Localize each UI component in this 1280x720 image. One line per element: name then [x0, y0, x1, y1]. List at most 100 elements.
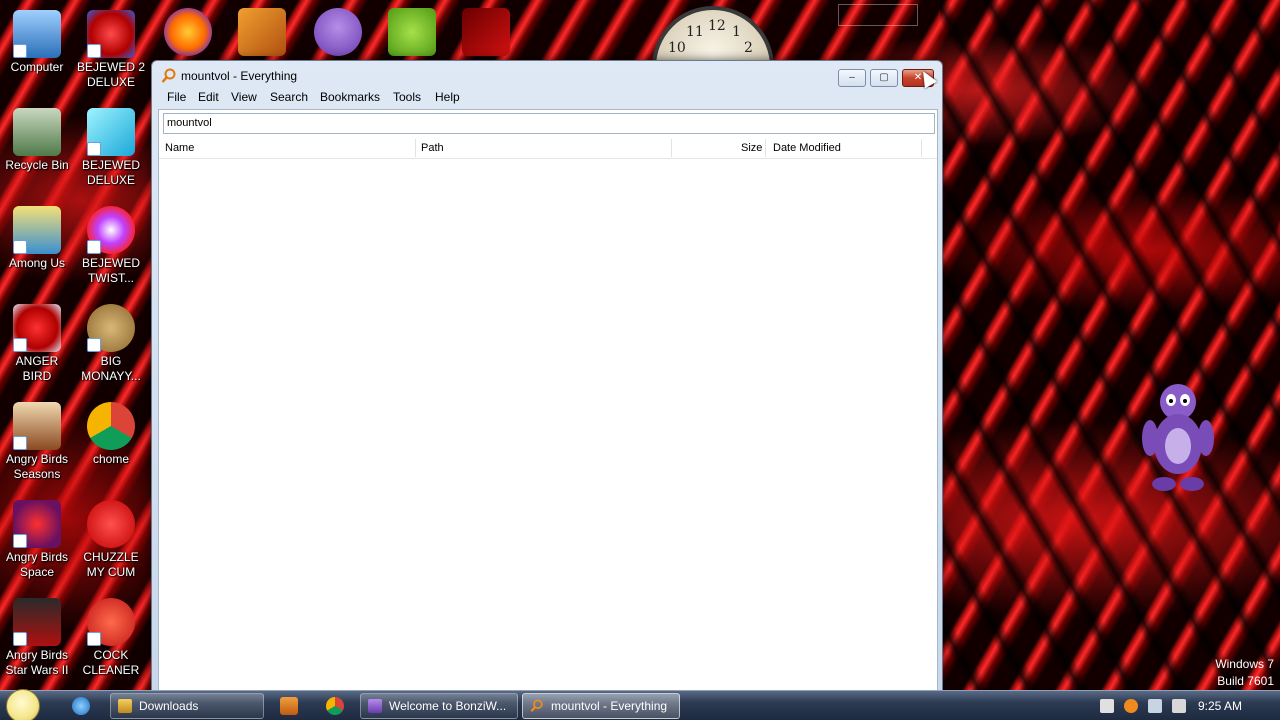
wallpaper-streaks — [940, 0, 1280, 690]
bejeweled-twist-icon — [87, 206, 135, 254]
bad-piggies-icon[interactable] — [388, 8, 436, 56]
menu-bar: File Edit View Search Bookmarks Tools He… — [158, 87, 938, 109]
desktop-icon-label: Among Us — [8, 256, 66, 270]
everything-tray-icon[interactable] — [1124, 699, 1138, 713]
desktop-icon-cock-cleaner[interactable]: COCK CLEANER — [74, 598, 148, 678]
taskbar-button-everything[interactable]: mountvol - Everything — [522, 693, 680, 719]
windows-build-label: Windows 7 Build 7601 — [1215, 656, 1274, 690]
clock-number-2: 2 — [744, 40, 753, 56]
clock-number-10: 10 — [668, 40, 686, 56]
column-separator[interactable] — [921, 139, 922, 157]
bejeweled-icon — [87, 108, 135, 156]
desktop-icon-recycle-bin[interactable]: Recycle Bin — [0, 108, 74, 173]
angry-birds-star-wars-icon — [13, 598, 61, 646]
window-title: mountvol - Everything — [181, 69, 298, 83]
results-list[interactable] — [159, 160, 937, 692]
menu-tools[interactable]: Tools — [393, 90, 421, 104]
column-separator[interactable] — [671, 139, 672, 157]
desktop-icon-label: Angry Birds Space — [5, 550, 69, 579]
recycle-bin-icon — [13, 108, 61, 156]
desktop-icon-label: Angry Birds Star Wars II — [5, 648, 69, 677]
taskbar-button-downloads[interactable]: Downloads — [110, 693, 264, 719]
everything-search-icon — [530, 699, 543, 712]
desktop-icon-label: COCK CLEANER — [82, 648, 140, 677]
desktop-icon-among-us[interactable]: Among Us — [0, 206, 74, 271]
menu-file[interactable]: File — [167, 90, 186, 104]
flash-icon[interactable] — [462, 8, 510, 56]
angry-birds-icon — [13, 304, 61, 352]
desktop-icon-anger-bird[interactable]: ANGER BIRD — [0, 304, 74, 384]
taskbar-button-bonzi[interactable]: Welcome to BonziW... — [360, 693, 518, 719]
desktop-icon-big-monayy[interactable]: BIG MONAYY... — [74, 304, 148, 384]
desktop-icon-chuzzle[interactable]: CHUZZLE MY CUM — [74, 500, 148, 580]
desktop-icon-angry-birds-space[interactable]: Angry Birds Space — [0, 500, 74, 580]
desktop-icon-bejeweled[interactable]: BEJEWED DELUXE — [74, 108, 148, 188]
ccleaner-icon — [87, 598, 135, 646]
desktop-icon-label: BEJEWED DELUXE — [81, 158, 140, 187]
window-client-area: mountvol Name Path Size Date Modified — [158, 109, 938, 693]
menu-search[interactable]: Search — [270, 90, 308, 104]
media-player-icon[interactable] — [280, 697, 298, 715]
windows-version: Windows 7 — [1215, 657, 1274, 671]
menu-edit[interactable]: Edit — [198, 90, 219, 104]
clock-number-1: 1 — [732, 24, 741, 40]
volume-icon[interactable] — [1172, 699, 1186, 713]
bejeweled2-icon — [87, 10, 135, 58]
desktop-icon-bejeweled-twist[interactable]: BEJEWED TWIST... — [74, 206, 148, 286]
desktop-icon-label: BIG MONAYY... — [81, 354, 141, 383]
desktop-icon-angry-birds-star-wars[interactable]: Angry Birds Star Wars II — [0, 598, 74, 678]
desktop-icon-bejeweled-2[interactable]: BEJEWED 2 DELUXE — [74, 10, 148, 90]
menu-view[interactable]: View — [231, 90, 257, 104]
column-separator[interactable] — [415, 139, 416, 157]
folder-icon — [118, 699, 132, 713]
among-us-icon — [13, 206, 61, 254]
firefox-icon[interactable] — [164, 8, 212, 56]
chuzzle-icon — [87, 500, 135, 548]
column-date-modified[interactable]: Date Modified — [773, 137, 841, 159]
game-cube-icon[interactable] — [238, 8, 286, 56]
money-bag-icon — [87, 304, 135, 352]
bonzi-icon — [368, 699, 382, 713]
everything-window: mountvol - Everything – ▢ ✕ File Edit Vi… — [151, 60, 943, 693]
desktop-icon-chome[interactable]: chome — [74, 402, 148, 467]
column-path[interactable]: Path — [421, 137, 444, 159]
desktop-icon-label: BEJEWED TWIST... — [81, 256, 140, 285]
action-center-icon[interactable] — [1100, 699, 1114, 713]
search-input[interactable]: mountvol — [163, 113, 935, 134]
everything-search-icon — [161, 68, 176, 83]
taskbar-button-label: mountvol - Everything — [551, 699, 668, 713]
menu-help[interactable]: Help — [435, 90, 460, 104]
maximize-button[interactable]: ▢ — [870, 69, 898, 87]
bonzi-buddy-character[interactable] — [1140, 380, 1216, 496]
column-name[interactable]: Name — [165, 137, 194, 159]
results-column-header: Name Path Size Date Modified — [159, 137, 937, 159]
menu-bookmarks[interactable]: Bookmarks — [320, 90, 380, 104]
angry-birds-space-icon — [13, 500, 61, 548]
column-size[interactable]: Size — [741, 137, 762, 159]
taskbar-button-label: Welcome to BonziW... — [389, 699, 507, 713]
taskbar: Downloads Welcome to BonziW... mountvol … — [0, 689, 1280, 720]
desktop-icon-label: Angry Birds Seasons — [5, 452, 69, 481]
desktop-icon-angry-birds-seasons[interactable]: Angry Birds Seasons — [0, 402, 74, 482]
chrome-icon[interactable] — [326, 697, 344, 715]
desktop-icon-label: CHUZZLE MY CUM — [83, 550, 139, 579]
clock-number-11: 11 — [686, 24, 704, 40]
internet-explorer-icon[interactable] — [72, 697, 90, 715]
desktop-icon-label: ANGER BIRD — [15, 354, 59, 383]
bonzi-buddy-icon[interactable] — [314, 8, 362, 56]
desktop-icon-label: BEJEWED 2 DELUXE — [76, 60, 145, 89]
taskbar-button-label: Downloads — [139, 699, 199, 713]
column-separator[interactable] — [765, 139, 766, 157]
desktop-icon-label: Recycle Bin — [5, 158, 69, 172]
windows-build: Build 7601 — [1217, 674, 1274, 688]
angry-birds-seasons-icon — [13, 402, 61, 450]
network-icon[interactable] — [1148, 699, 1162, 713]
desktop-icon-computer[interactable]: Computer — [0, 10, 74, 75]
minimize-button[interactable]: – — [838, 69, 866, 87]
computer-icon — [13, 10, 61, 58]
desktop-icon-label: Computer — [10, 60, 64, 74]
wallpaper-stamp — [838, 4, 918, 26]
clock-number-12: 12 — [708, 18, 726, 34]
start-button[interactable] — [6, 689, 40, 720]
clock-time[interactable]: 9:25 AM — [1198, 699, 1242, 713]
